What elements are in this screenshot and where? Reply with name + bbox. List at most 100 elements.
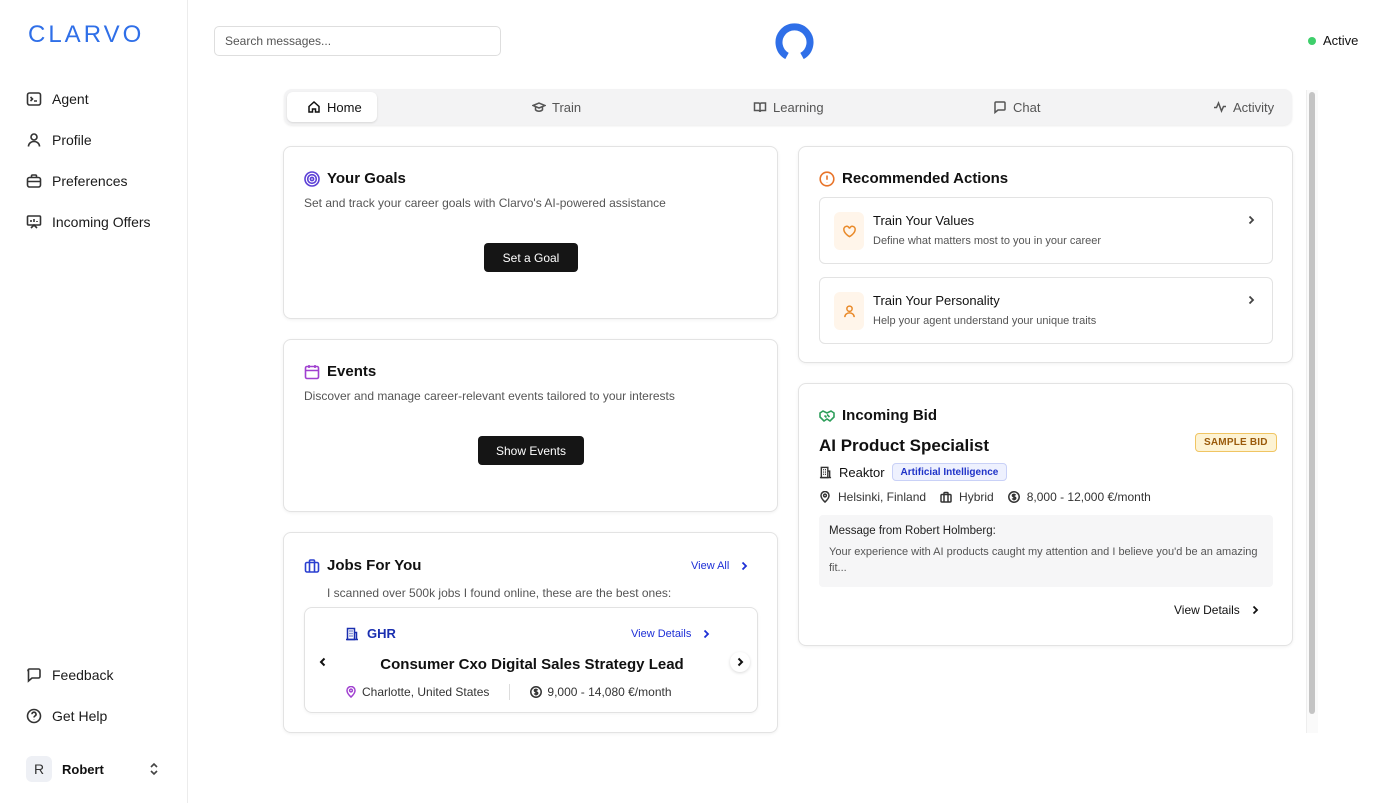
events-card: Events Discover and manage career-releva… xyxy=(283,339,778,512)
activity-icon xyxy=(1214,101,1226,113)
view-all-label: View All xyxy=(691,560,730,572)
sidebar-item-profile[interactable]: Profile xyxy=(0,119,188,160)
tab-label: Home xyxy=(327,99,362,115)
events-title-text: Events xyxy=(327,363,377,380)
chevron-up-down-icon xyxy=(150,762,158,776)
search-input[interactable] xyxy=(214,26,501,56)
rec-icon-wrap xyxy=(834,292,864,330)
tab-home[interactable]: Home xyxy=(287,92,377,122)
building-icon xyxy=(346,627,358,640)
sidebar-item-preferences[interactable]: Preferences xyxy=(0,160,188,201)
bid-work-mode: Hybrid xyxy=(959,490,994,504)
incoming-bid-title-text: Incoming Bid xyxy=(842,407,937,424)
chat-icon xyxy=(994,101,1006,114)
user-menu[interactable]: R Robert xyxy=(26,755,166,783)
message-text: Your experience with AI products caught … xyxy=(829,546,1258,574)
sidebar-item-label: Agent xyxy=(52,90,89,107)
job-view-details-link[interactable]: View Details xyxy=(631,628,711,640)
chevron-right-icon xyxy=(1248,295,1255,305)
job-location: Charlotte, United States xyxy=(362,685,490,699)
rec-title: Train Your Personality xyxy=(873,293,1000,308)
graduation-cap-icon xyxy=(532,102,546,112)
brand-ring-icon xyxy=(775,23,814,60)
bid-company-name: Reaktor xyxy=(839,464,885,480)
main-scrollbar[interactable] xyxy=(1306,90,1318,733)
sidebar: CLARVO Agent Profile Preferences Incomin… xyxy=(0,0,188,803)
svg-text:CLARVO: CLARVO xyxy=(28,21,144,46)
sidebar-item-label: Profile xyxy=(52,131,92,148)
home-icon xyxy=(308,100,320,113)
tab-label: Activity xyxy=(1233,99,1275,115)
user-name: Robert xyxy=(62,761,104,777)
events-title: Events xyxy=(304,363,376,380)
bid-view-details-button[interactable]: View Details xyxy=(1174,603,1260,617)
rec-title: Train Your Values xyxy=(873,213,975,228)
job-card[interactable]: GHR View Details Consumer Cxo Digital Sa… xyxy=(304,607,758,713)
job-salary: 9,000 - 14,080 €/month xyxy=(547,685,672,699)
sidebar-item-agent[interactable]: Agent xyxy=(0,78,188,119)
job-company: GHR xyxy=(345,626,396,641)
help-icon xyxy=(26,708,42,723)
dollar-circle-icon xyxy=(1007,491,1020,503)
goals-title-text: Your Goals xyxy=(327,170,406,187)
jobs-title: Jobs For You xyxy=(304,557,421,574)
building-icon xyxy=(819,466,832,478)
show-events-button[interactable]: Show Events xyxy=(478,436,584,465)
tab-label: Train xyxy=(552,99,582,115)
avatar: R xyxy=(26,756,52,782)
rec-description: Define what matters most to you in your … xyxy=(873,235,1102,247)
user-icon xyxy=(27,132,41,147)
bid-salary: 8,000 - 12,000 €/month xyxy=(1026,490,1151,504)
goals-description: Set and track your career goals with Cla… xyxy=(304,196,666,210)
tab-chat[interactable]: Chat xyxy=(993,92,1040,122)
book-open-icon xyxy=(753,102,767,113)
train-personality-action[interactable]: Train Your Personality Help your agent u… xyxy=(819,277,1273,344)
sample-bid-badge: SAMPLE BID xyxy=(1195,433,1277,452)
calendar-icon xyxy=(304,364,320,379)
brand-logo-mark xyxy=(775,23,814,60)
bid-location: Helsinki, Finland xyxy=(838,490,927,504)
sidebar-item-label: Preferences xyxy=(52,172,128,189)
terminal-icon xyxy=(26,91,42,106)
tab-train[interactable]: Train xyxy=(532,92,581,122)
job-meta: Charlotte, United States 9,000 - 14,080 … xyxy=(345,684,672,700)
view-all-jobs-link[interactable]: View All xyxy=(691,560,749,572)
tab-activity[interactable]: Activity xyxy=(1213,92,1274,122)
chevron-right-icon xyxy=(1252,605,1259,615)
recommended-title-text: Recommended Actions xyxy=(842,170,1009,187)
bid-company: Reaktor Artificial Intelligence xyxy=(819,463,1008,481)
company-name: GHR xyxy=(367,626,396,641)
bid-message-box: Message from Robert Holmberg: Your exper… xyxy=(819,515,1273,587)
sidebar-nav: Agent Profile Preferences Incoming Offer… xyxy=(0,78,188,242)
incoming-bid-title: Incoming Bid xyxy=(819,407,937,424)
meta-divider xyxy=(509,684,511,700)
chevron-right-icon xyxy=(704,629,710,639)
view-details-label: View Details xyxy=(1174,603,1240,617)
chevron-right-icon xyxy=(742,561,748,571)
status-label: Active xyxy=(1323,33,1359,48)
clarvo-logo[interactable]: CLARVO xyxy=(28,20,158,51)
person-icon xyxy=(843,304,855,317)
map-pin-icon xyxy=(820,491,830,503)
view-details-label: View Details xyxy=(631,628,692,640)
dollar-circle-icon xyxy=(530,686,543,698)
sidebar-item-feedback[interactable]: Feedback xyxy=(0,654,188,695)
sidebar-item-get-help[interactable]: Get Help xyxy=(0,695,188,736)
heart-icon xyxy=(842,225,856,238)
tab-label: Learning xyxy=(773,99,824,115)
goals-card: Your Goals Set and track your career goa… xyxy=(283,146,778,319)
presentation-icon xyxy=(26,214,42,229)
sidebar-item-incoming-offers[interactable]: Incoming Offers xyxy=(0,201,188,242)
scrollbar-thumb[interactable] xyxy=(1309,92,1315,714)
goals-title: Your Goals xyxy=(304,170,406,187)
set-goal-button[interactable]: Set a Goal xyxy=(484,243,578,272)
bid-role-title: AI Product Specialist xyxy=(819,436,990,455)
tab-learning[interactable]: Learning xyxy=(753,92,824,122)
briefcase-icon xyxy=(940,491,952,503)
train-values-action[interactable]: Train Your Values Define what matters mo… xyxy=(819,197,1273,264)
main-tabs: Home Train Learning Chat Activity xyxy=(284,89,1292,125)
events-description: Discover and manage career-relevant even… xyxy=(304,389,675,403)
message-from: Message from Robert Holmberg: xyxy=(829,525,996,537)
briefcase-icon xyxy=(304,558,320,573)
recommended-title: Recommended Actions xyxy=(819,170,1008,187)
